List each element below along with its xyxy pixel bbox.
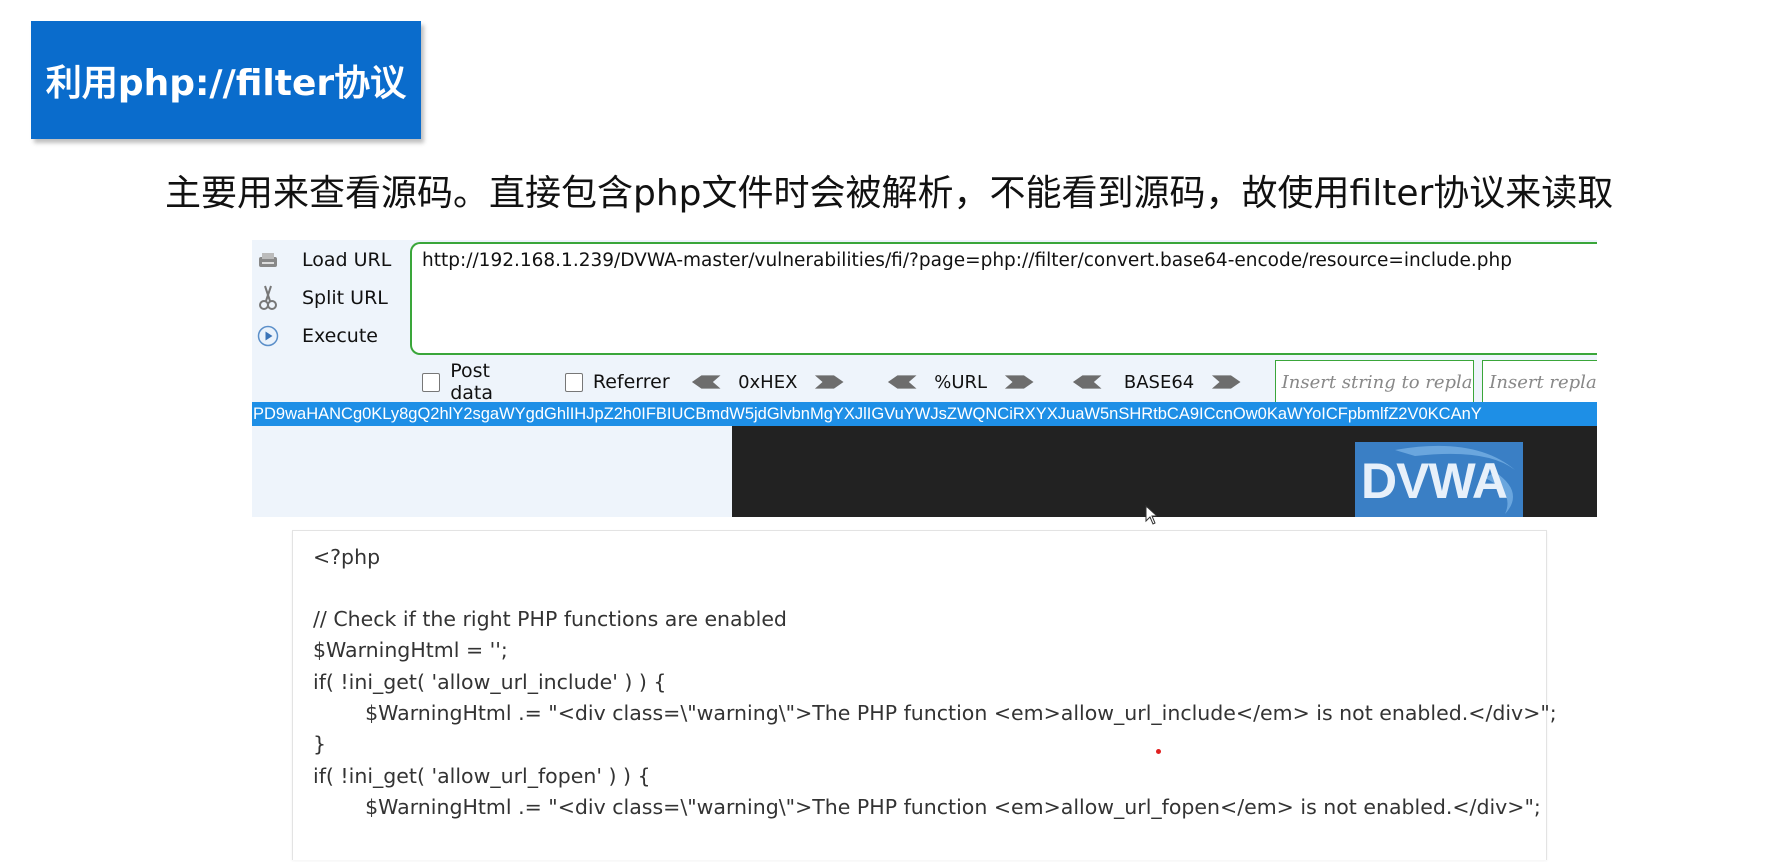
code-line: } — [313, 732, 327, 756]
mouse-cursor-icon — [1145, 505, 1157, 525]
code-line: <?php — [313, 545, 381, 569]
url-label: %URL — [934, 371, 988, 393]
dvwa-logo: DVWA — [1355, 442, 1523, 517]
hex-encode-arrow-icon[interactable] — [813, 373, 845, 391]
url-decode-arrow-icon[interactable] — [886, 373, 918, 391]
play-icon — [256, 324, 280, 348]
hex-label: 0xHEX — [738, 371, 798, 393]
load-url-button[interactable]: Load URL — [252, 242, 407, 278]
replace-search-input[interactable]: Insert string to replace — [1274, 360, 1475, 404]
scissors-icon — [256, 285, 280, 310]
hex-decode-arrow-icon[interactable] — [690, 373, 722, 391]
load-url-icon — [256, 248, 280, 272]
code-line: // Check if the right PHP functions are … — [313, 607, 787, 631]
referrer-checkbox[interactable] — [564, 372, 583, 392]
code-line: $WarningHtml = ''; — [313, 638, 508, 662]
base64-decode-arrow-icon[interactable] — [1071, 373, 1103, 391]
hackbar-options: Post data Referrer 0xHEX %URL BASE64 Ins… — [412, 358, 1597, 406]
load-url-label: Load URL — [302, 249, 392, 271]
red-dot-marker — [1156, 749, 1161, 754]
code-line: $WarningHtml .= "<div class=\"warning\">… — [313, 795, 1541, 819]
url-textarea[interactable]: http://192.168.1.239/DVWA-master/vulnera… — [410, 242, 1597, 355]
source-code-block: <?php // Check if the right PHP function… — [292, 530, 1557, 860]
split-url-button[interactable]: Split URL — [252, 280, 407, 316]
base64-label: BASE64 — [1123, 371, 1195, 393]
hackbar: Load URL Split URL Execute http://192.16… — [252, 240, 1597, 517]
slide-title: 利用php://filter协议 — [31, 21, 421, 139]
post-data-label: Post data — [450, 360, 493, 404]
code-line: $WarningHtml .= "<div class=\"warning\">… — [313, 701, 1557, 725]
execute-button[interactable]: Execute — [252, 318, 407, 354]
referrer-label: Referrer — [592, 371, 670, 393]
code-line: if( !ini_get( 'allow_url_fopen' ) ) { — [313, 764, 651, 788]
base64-output-bar: PD9waHANCg0KLy8gQ2hlY2sgaWYgdGhlIHJpZ2h0… — [252, 402, 1597, 426]
url-text: http://192.168.1.239/DVWA-master/vulnera… — [422, 250, 1512, 271]
replace-with-input[interactable]: Insert replacing string — [1482, 360, 1597, 404]
url-encode-arrow-icon[interactable] — [1003, 373, 1035, 391]
split-url-label: Split URL — [302, 287, 388, 309]
base64-encode-arrow-icon[interactable] — [1210, 373, 1242, 391]
post-data-checkbox[interactable] — [422, 372, 441, 392]
hackbar-actions: Load URL Split URL Execute — [252, 240, 407, 360]
execute-label: Execute — [302, 325, 378, 347]
code-line: if( !ini_get( 'allow_url_include' ) ) { — [313, 670, 667, 694]
dvwa-logo-text: DVWA — [1361, 453, 1508, 509]
slide-subtitle: 主要用来查看源码。直接包含php文件时会被解析，不能看到源码，故使用filter… — [165, 173, 1614, 214]
